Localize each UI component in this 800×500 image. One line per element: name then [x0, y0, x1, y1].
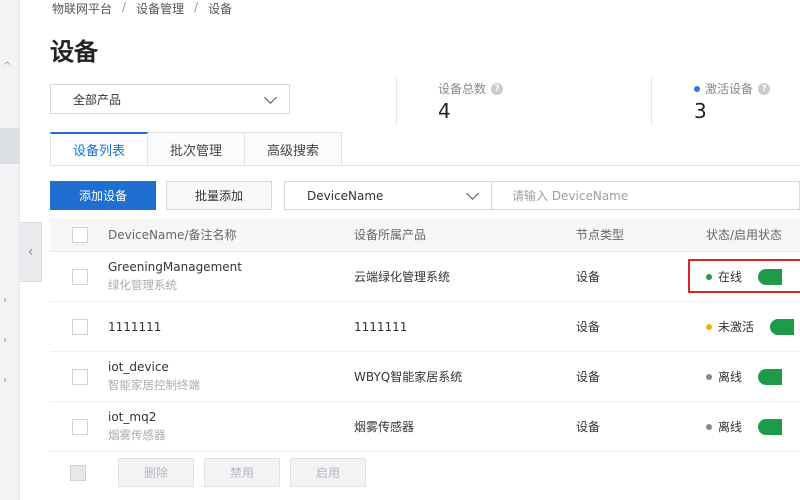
- column-header: DeviceName/备注名称: [108, 228, 237, 242]
- highlight-box: [688, 259, 800, 293]
- stat-label: 激活设备: [705, 82, 754, 96]
- device-total-stat: 设备总数? 4: [438, 80, 504, 123]
- table-header: DeviceName/备注名称 设备所属产品 节点类型 状态/启用状态: [50, 218, 800, 252]
- status-text: 未激活: [718, 320, 755, 334]
- column-header: 节点类型: [576, 228, 625, 242]
- status-dot-icon: [706, 323, 712, 330]
- chevron-down-icon: [466, 187, 479, 200]
- table-row: iot_device 智能家居控制终端 WBYQ智能家居系统 设备 离线: [50, 352, 800, 402]
- breadcrumb-item[interactable]: 设备管理: [136, 0, 184, 17]
- device-product: 云端绿化管理系统: [354, 270, 451, 284]
- device-name[interactable]: iot_mq2: [108, 410, 354, 424]
- batch-add-button[interactable]: 批量添加: [166, 181, 272, 210]
- chevron-icon[interactable]: ›: [3, 296, 13, 306]
- sidebar-selected-item[interactable]: [0, 128, 20, 164]
- column-header: 状态/启用状态: [706, 228, 783, 242]
- table-row: 1111111 1111111 设备 未激活: [50, 302, 800, 352]
- status-dot-icon: [706, 423, 712, 430]
- tab-underline: [50, 165, 800, 166]
- tab-device-list[interactable]: 设备列表: [50, 132, 149, 166]
- page-title: 设备: [50, 38, 98, 66]
- status-dot-icon: [706, 373, 712, 380]
- chevron-icon[interactable]: ›: [3, 336, 13, 346]
- row-checkbox[interactable]: [72, 418, 88, 435]
- enable-toggle[interactable]: [770, 318, 795, 335]
- bulk-select-checkbox[interactable]: [70, 464, 86, 481]
- row-checkbox[interactable]: [72, 318, 88, 335]
- device-name[interactable]: iot_device: [108, 360, 354, 374]
- stat-value: 3: [694, 99, 707, 123]
- device-product: WBYQ智能家居系统: [354, 370, 463, 384]
- enable-button[interactable]: 启用: [290, 458, 366, 487]
- enable-toggle[interactable]: [758, 368, 783, 385]
- device-alias: 绿化管理系统: [108, 278, 177, 292]
- breadcrumb-separator: /: [122, 0, 127, 14]
- device-product: 烟雾传感器: [354, 420, 415, 434]
- select-all-checkbox[interactable]: [72, 226, 88, 243]
- enable-toggle[interactable]: [758, 418, 783, 435]
- status-text: 离线: [718, 370, 743, 384]
- sidebar: ^ › › ›: [0, 0, 20, 500]
- search-field-select[interactable]: DeviceName: [284, 181, 492, 210]
- add-device-button[interactable]: 添加设备: [50, 181, 156, 210]
- chevron-icon[interactable]: ›: [3, 376, 13, 386]
- chevron-left-icon: ‹: [27, 244, 34, 260]
- product-filter-select[interactable]: 全部产品: [50, 84, 290, 114]
- node-type: 设备: [576, 370, 601, 384]
- search-field-value: DeviceName: [307, 188, 384, 203]
- stat-value: 4: [438, 99, 451, 123]
- device-name[interactable]: 1111111: [108, 320, 354, 334]
- toolbar: 添加设备 批量添加: [50, 181, 272, 210]
- disable-button[interactable]: 禁用: [204, 458, 280, 487]
- row-checkbox[interactable]: [72, 368, 88, 385]
- help-icon[interactable]: ?: [491, 82, 504, 95]
- tab-batch-management[interactable]: 批次管理: [148, 132, 246, 166]
- table-row: iot_mq2 烟雾传感器 烟雾传感器 设备 离线: [50, 402, 800, 452]
- node-type: 设备: [576, 270, 601, 284]
- collapse-sidebar-button[interactable]: ‹: [20, 222, 42, 282]
- chevron-down-icon: [264, 90, 277, 104]
- node-type: 设备: [576, 320, 601, 334]
- stat-label: 设备总数: [438, 82, 487, 96]
- breadcrumb-item[interactable]: 物联网平台: [52, 0, 112, 17]
- device-alias: 烟雾传感器: [108, 428, 166, 442]
- breadcrumb-separator: /: [194, 0, 199, 14]
- divider: [396, 78, 397, 126]
- device-table: DeviceName/备注名称 设备所属产品 节点类型 状态/启用状态 Gree…: [50, 218, 800, 452]
- node-type: 设备: [576, 420, 601, 434]
- help-icon[interactable]: ?: [758, 82, 771, 95]
- device-name[interactable]: GreeningManagement: [108, 260, 354, 274]
- divider: [651, 78, 652, 126]
- active-device-stat: 激活设备? 3: [694, 80, 771, 123]
- tab-bar: 设备列表 批次管理 高级搜索: [50, 132, 343, 166]
- search-input[interactable]: [492, 181, 800, 210]
- status-text: 离线: [718, 420, 743, 434]
- row-checkbox[interactable]: [72, 268, 88, 285]
- status-dot-icon: [694, 85, 700, 92]
- bulk-actions: 删除 禁用 启用: [50, 458, 366, 487]
- product-filter-value: 全部产品: [73, 92, 122, 107]
- breadcrumb-item: 设备: [208, 2, 233, 16]
- delete-button[interactable]: 删除: [118, 458, 194, 487]
- device-alias: 智能家居控制终端: [108, 378, 200, 392]
- caret-up-icon[interactable]: ^: [3, 62, 13, 72]
- tab-advanced-search[interactable]: 高级搜索: [245, 132, 343, 166]
- breadcrumb: 物联网平台 / 设备管理 / 设备: [52, 0, 232, 17]
- device-product: 1111111: [354, 319, 408, 334]
- column-header: 设备所属产品: [354, 228, 427, 242]
